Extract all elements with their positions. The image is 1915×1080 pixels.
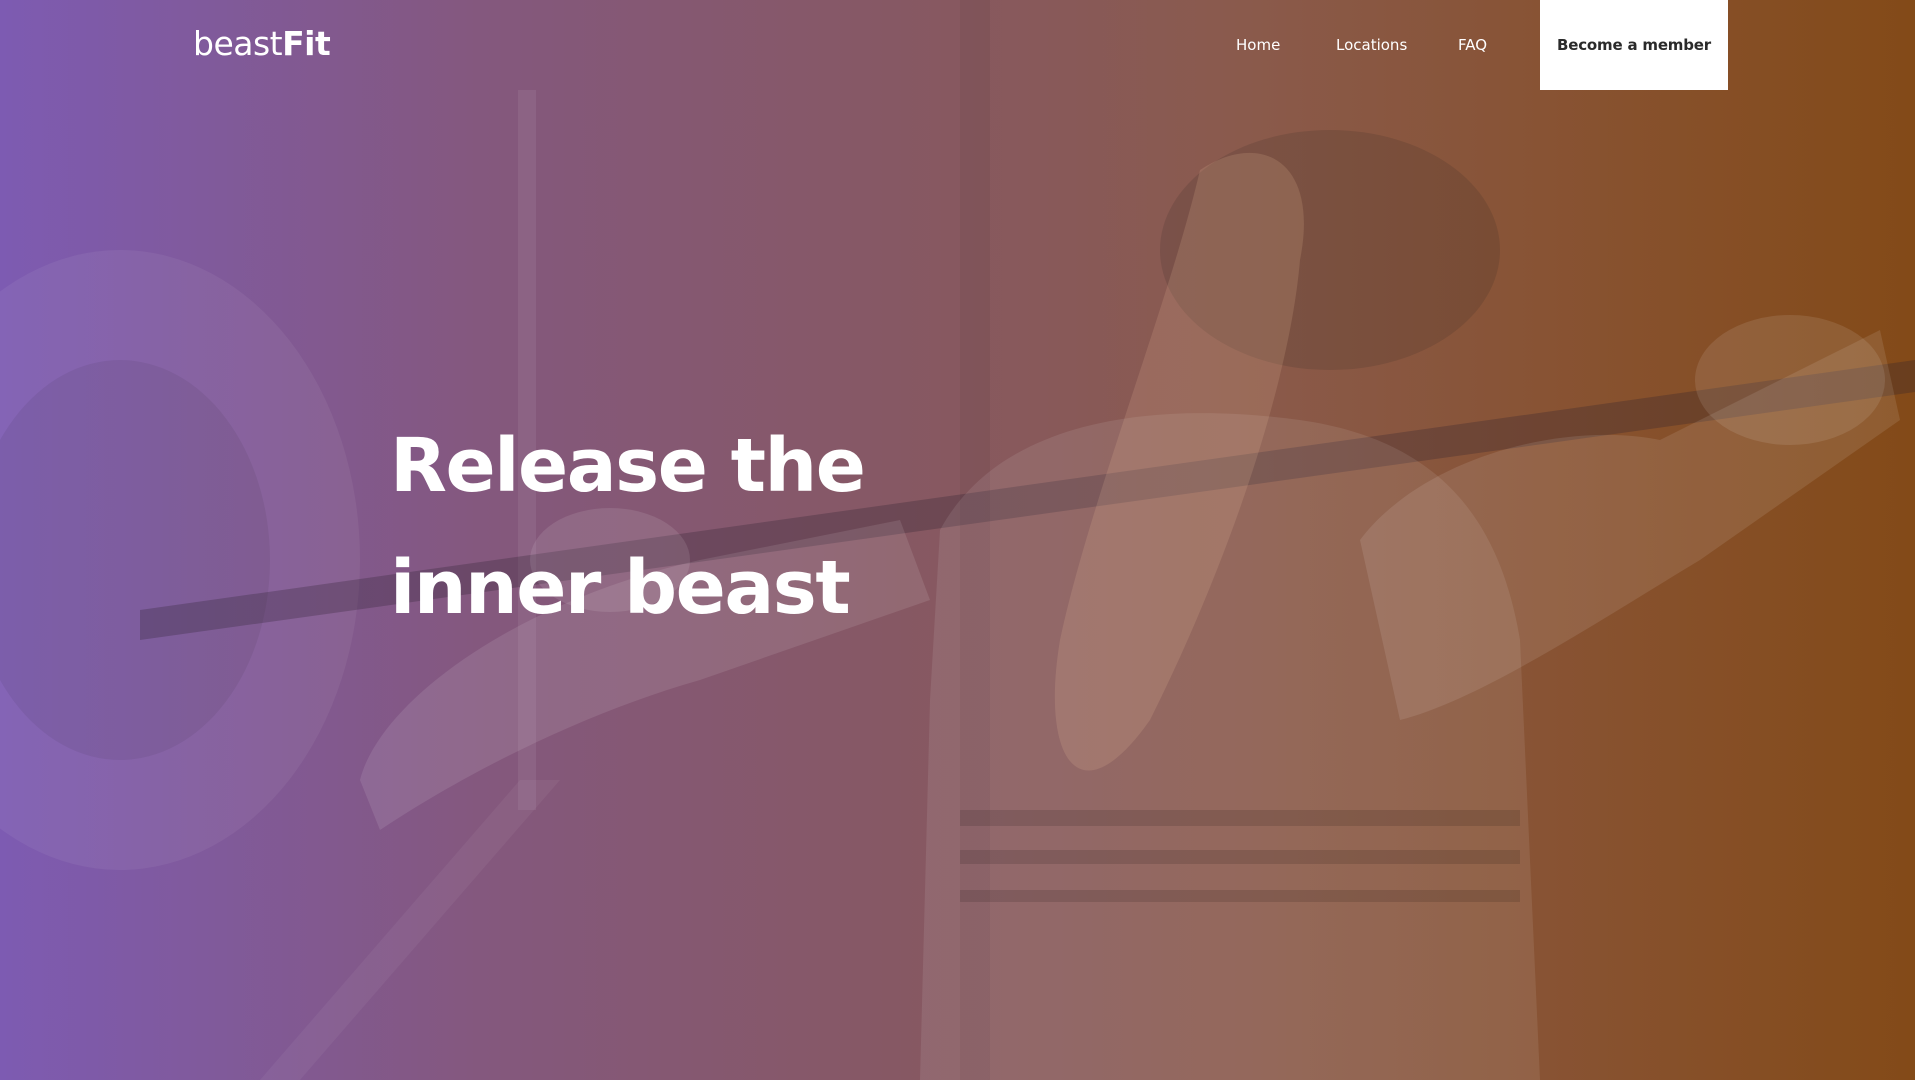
top-navigation-bar: beastFit Home Locations FAQ Become a mem… xyxy=(0,0,1915,90)
hero-headline: Release the inner beast xyxy=(390,405,866,649)
become-member-button[interactable]: Become a member xyxy=(1540,0,1728,90)
brand-name-light: beast xyxy=(193,24,283,63)
hero-section: beastFit Home Locations FAQ Become a mem… xyxy=(0,0,1915,1080)
brand-name-bold: Fit xyxy=(282,24,331,63)
hero-background-image xyxy=(0,0,1915,1080)
nav-link-locations[interactable]: Locations xyxy=(1336,33,1407,57)
hero-headline-line-2: inner beast xyxy=(390,545,851,631)
nav-link-home[interactable]: Home xyxy=(1236,33,1280,57)
brand-logo[interactable]: beastFit xyxy=(193,24,331,64)
hero-headline-line-1: Release the xyxy=(390,423,866,509)
athlete-photo xyxy=(0,0,1915,1080)
nav-link-faq[interactable]: FAQ xyxy=(1458,33,1487,57)
